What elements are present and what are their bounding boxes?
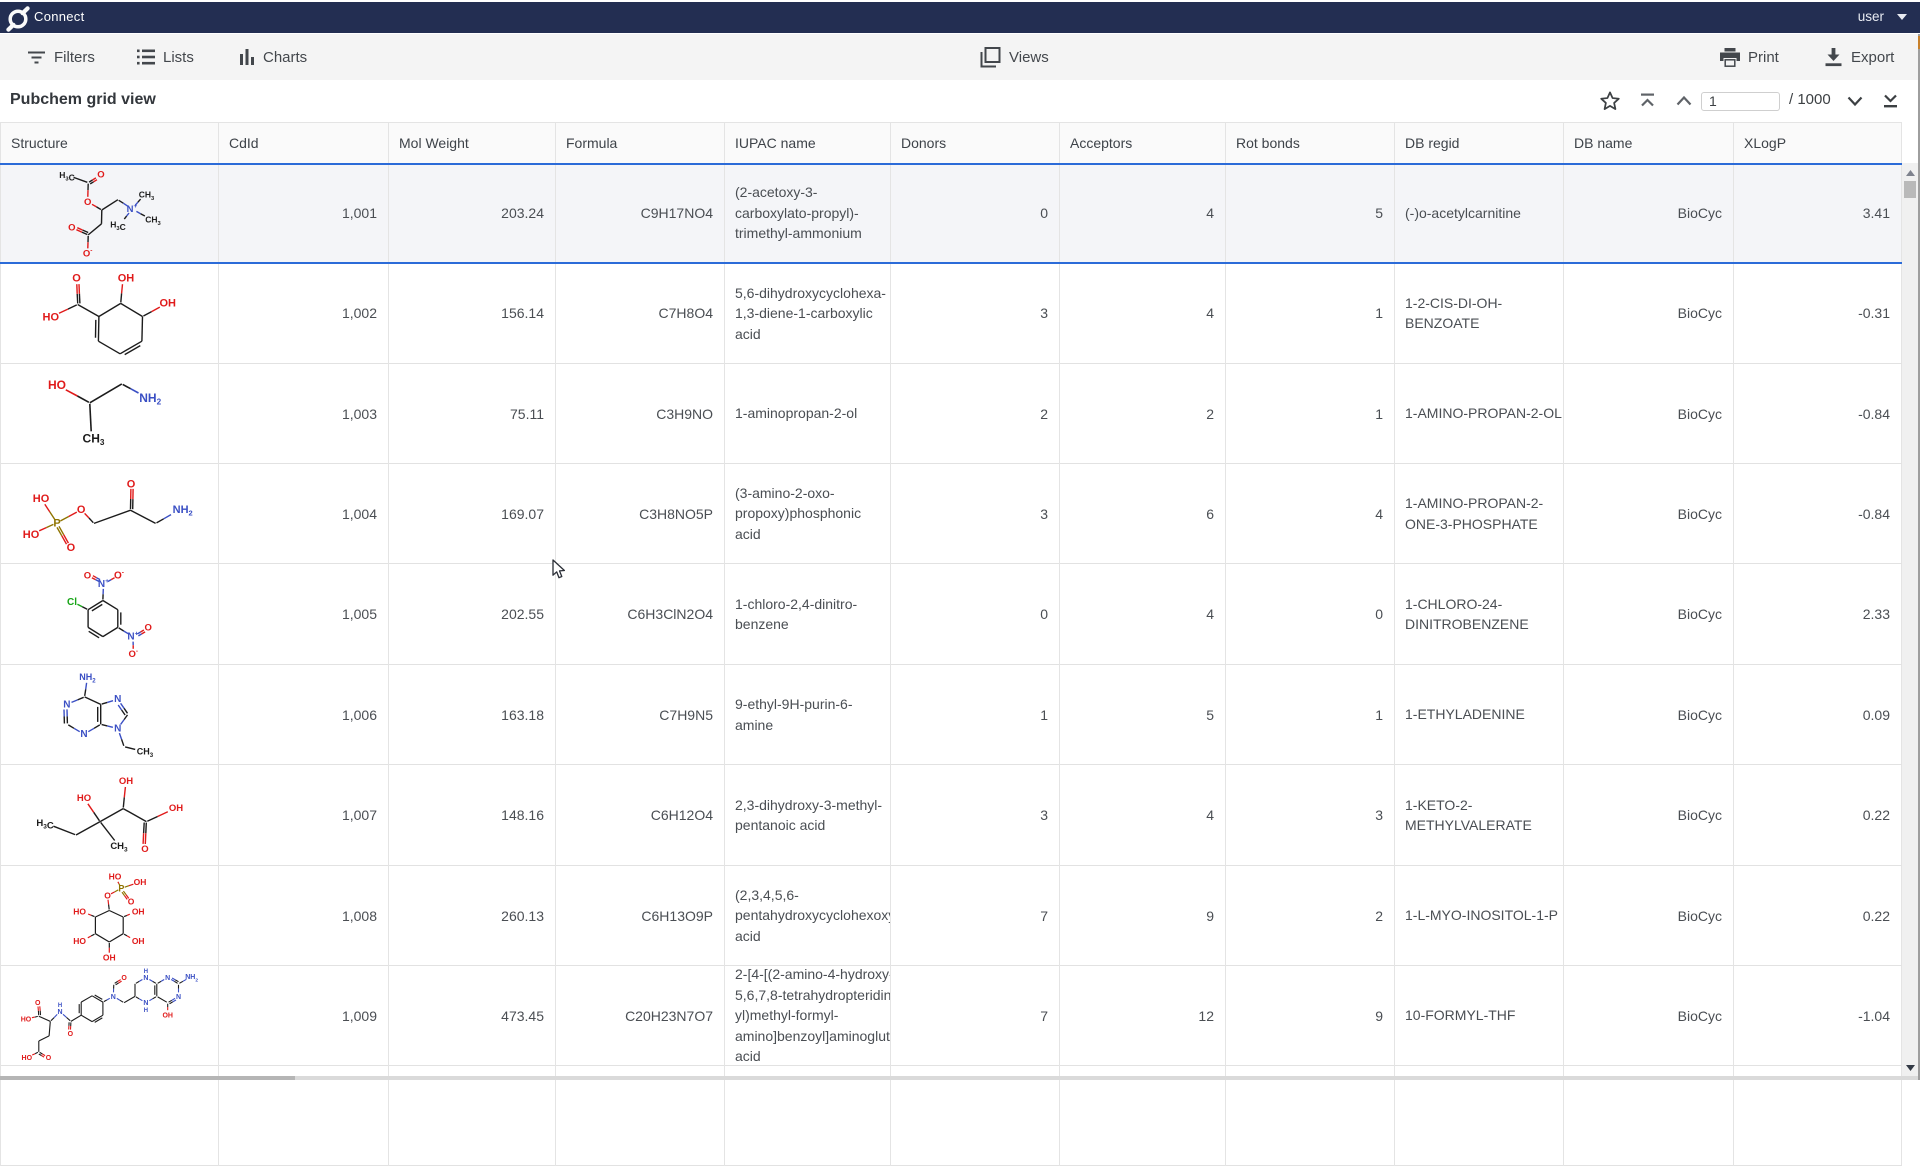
svg-text:O: O [141,844,148,855]
svg-text:N: N [143,975,148,982]
svg-text:O: O [72,272,81,284]
svg-text:N: N [114,723,121,734]
svg-text:HO: HO [43,311,60,323]
svg-text:O-: O- [129,648,139,660]
svg-text:OH: OH [159,297,176,309]
svg-text:HO: HO [23,529,40,541]
svg-text:N+: N+ [127,631,138,643]
svg-text:N: N [114,694,121,705]
svg-text:H: H [144,969,148,975]
svg-text:P: P [118,883,124,893]
svg-text:O: O [127,478,136,490]
svg-text:CH3: CH3 [110,841,128,854]
svg-text:O: O [46,1055,52,1062]
svg-text:H3C: H3C [36,818,54,832]
svg-text:H3C: H3C [59,170,75,183]
svg-text:N: N [143,1000,148,1007]
svg-text:OH: OH [132,906,145,916]
svg-text:CH3: CH3 [137,746,154,759]
svg-text:O: O [35,1000,41,1007]
svg-text:O-: O- [83,247,93,259]
svg-text:NH2: NH2 [173,504,193,518]
svg-text:N: N [165,975,170,982]
svg-text:NH2: NH2 [139,391,161,407]
svg-text:OH: OH [169,803,183,814]
svg-text:O-: O- [114,569,124,581]
svg-text:NH2: NH2 [79,672,96,685]
svg-text:HO: HO [73,936,86,946]
svg-text:N: N [63,699,70,710]
svg-text:OH: OH [119,776,133,787]
svg-text:O: O [97,169,104,180]
svg-text:P: P [53,517,60,529]
svg-text:CH3: CH3 [145,214,161,227]
svg-text:Cl: Cl [67,597,77,608]
svg-text:HO: HO [48,378,66,392]
svg-text:HO: HO [109,872,122,882]
svg-text:O: O [67,542,76,554]
svg-text:H: H [144,1008,148,1014]
svg-text:O: O [68,1031,74,1038]
svg-text:N: N [57,1009,62,1016]
svg-text:H3C: H3C [110,219,126,232]
svg-text:O: O [84,196,91,207]
svg-text:NH2: NH2 [185,974,198,984]
svg-text:O: O [104,891,111,901]
svg-text:CH3: CH3 [83,431,105,447]
svg-text:HO: HO [22,1055,33,1062]
svg-text:OH: OH [118,272,135,284]
svg-text:N: N [176,994,181,1001]
svg-text:N+: N+ [98,578,109,590]
svg-text:H: H [58,1003,62,1009]
svg-text:HO: HO [73,906,86,916]
svg-text:O: O [68,222,75,233]
svg-text:HO: HO [77,793,91,804]
svg-text:N+: N+ [127,203,138,215]
svg-text:O: O [145,622,152,633]
svg-text:OH: OH [103,953,116,963]
svg-text:N: N [80,729,87,740]
svg-text:OH: OH [162,1013,173,1020]
svg-text:CH3: CH3 [139,189,155,202]
svg-text:HO: HO [21,1017,32,1024]
svg-text:OH: OH [134,877,147,887]
svg-text:HO: HO [33,493,50,505]
svg-text:OH: OH [132,936,145,946]
svg-text:N: N [111,994,116,1001]
svg-text:O: O [128,897,135,907]
svg-text:O: O [84,570,91,581]
svg-text:O: O [77,504,86,516]
svg-text:O: O [121,975,127,982]
